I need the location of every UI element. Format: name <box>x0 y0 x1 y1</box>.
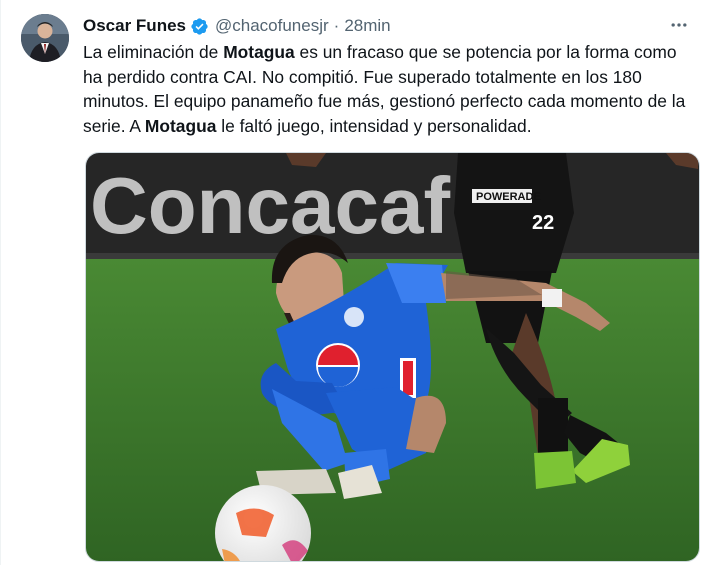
banner-text: Concacaf <box>90 161 450 250</box>
tweet-text-part: le faltó juego, intensidad y personalida… <box>216 115 532 136</box>
separator-dot: · <box>333 16 340 35</box>
timestamp[interactable]: 28min <box>344 16 390 36</box>
author-handle[interactable]: @chacofunesjr <box>215 16 329 36</box>
tweet[interactable]: Oscar Funes @chacofunesjr · 28min La eli… <box>0 0 702 565</box>
tweet-header: Oscar Funes @chacofunesjr · 28min <box>83 15 391 37</box>
tweet-text-part: La eliminación de <box>83 42 224 62</box>
tweet-photo[interactable]: Concacaf POWERADE 22 <box>85 152 700 562</box>
author-name[interactable]: Oscar Funes <box>83 16 186 36</box>
mention-motagua: Motagua <box>144 115 217 136</box>
author-avatar[interactable] <box>21 14 69 62</box>
sponsor-text: POWERADE <box>476 191 541 203</box>
more-options-icon[interactable] <box>666 14 692 36</box>
verified-badge-icon[interactable] <box>190 17 209 36</box>
mention-motagua: Motagua <box>223 42 295 62</box>
tweet-text: La eliminación de Motagua es un fracaso … <box>83 40 697 138</box>
player-number: 22 <box>532 212 554 234</box>
